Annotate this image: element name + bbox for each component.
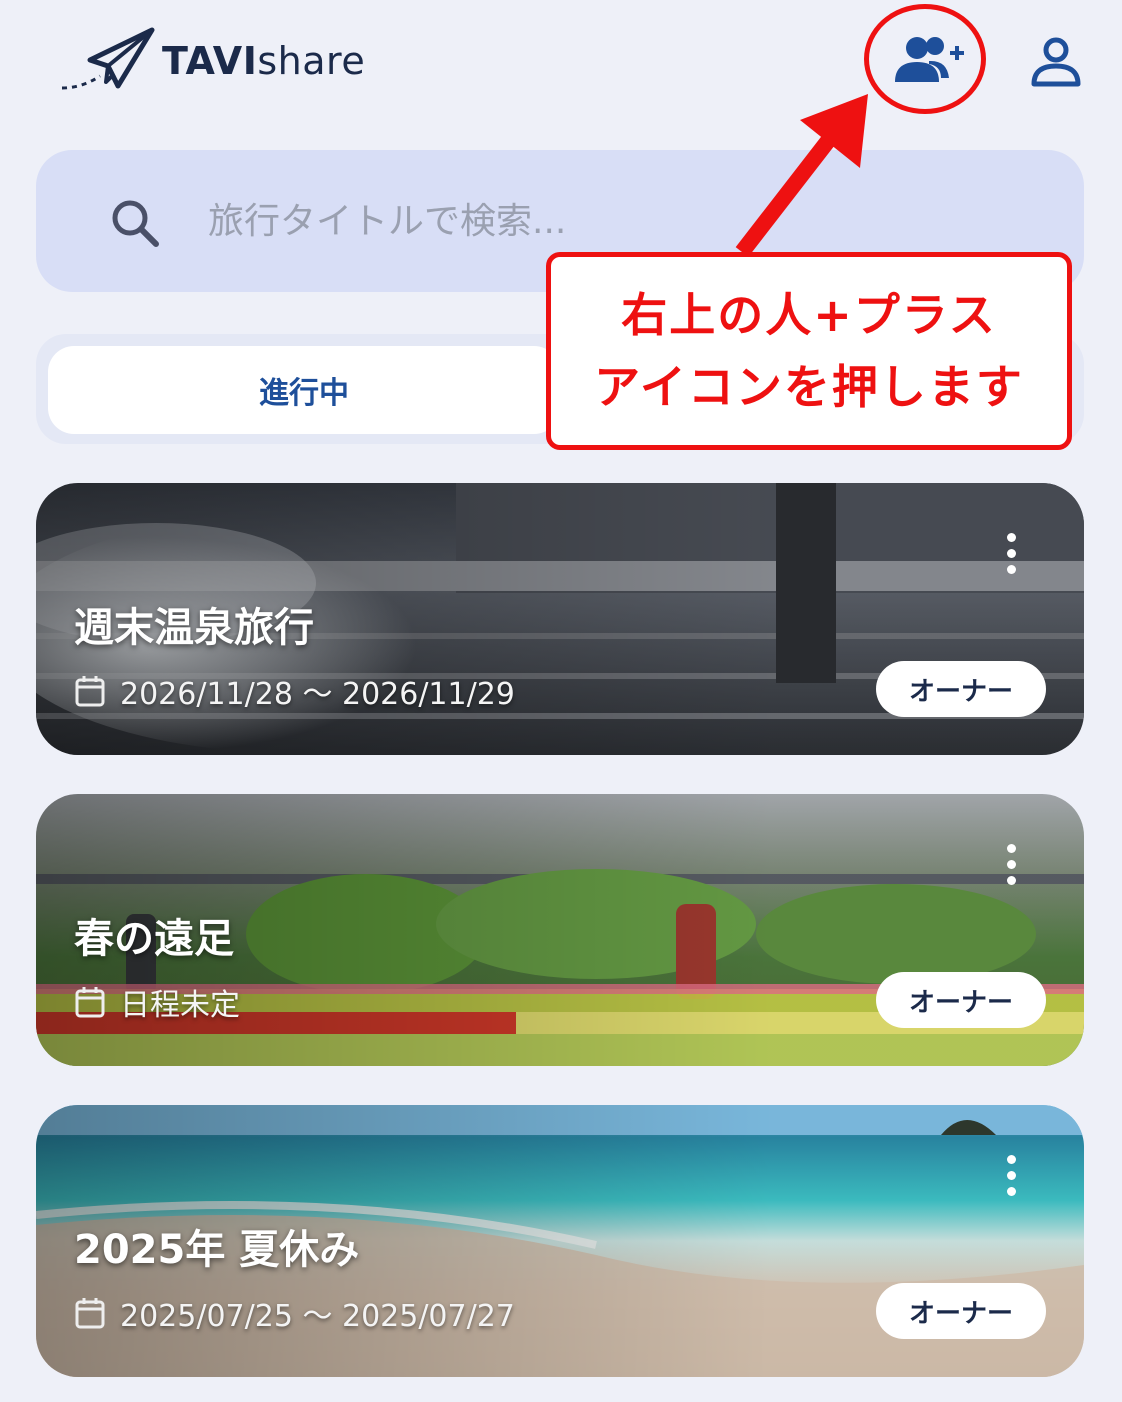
search-icon xyxy=(112,200,159,247)
calendar-icon xyxy=(75,1298,105,1329)
profile-button[interactable] xyxy=(1030,36,1082,88)
trip-date: 2026/11/28 ～ 2026/11/29 xyxy=(74,669,515,713)
trip-card[interactable]: 春の遠足 日程未定 オーナー xyxy=(36,794,1084,1066)
trip-date-text: 2025/07/25 ～ 2025/07/27 xyxy=(120,1299,515,1334)
annotation-callout: 右上の人+プラス アイコンを押します xyxy=(546,252,1072,450)
trip-date-text: 日程未定 xyxy=(120,988,240,1023)
trip-date-text: 2026/11/28 ～ 2026/11/29 xyxy=(120,677,515,712)
trip-date: 日程未定 xyxy=(74,980,240,1024)
trip-title: 2025年 夏休み xyxy=(74,1227,360,1273)
trip-card[interactable]: 2025年 夏休み 2025/07/25 ～ 2025/07/27 オーナー xyxy=(36,1105,1084,1377)
logo-text: TAVIshare xyxy=(162,39,365,83)
logo-text-light: share xyxy=(257,39,366,83)
calendar-icon xyxy=(75,676,105,707)
calendar-icon xyxy=(75,987,105,1018)
search-input[interactable] xyxy=(208,190,1028,252)
trip-title: 春の遠足 xyxy=(74,916,234,962)
app-header: TAVIshare xyxy=(0,0,1122,130)
more-options-icon[interactable] xyxy=(996,844,1026,894)
logo-text-bold: TAVI xyxy=(162,39,258,83)
annotation-line-2: アイコンを押します xyxy=(594,360,1024,414)
role-badge: オーナー xyxy=(876,1283,1046,1339)
paper-plane-icon xyxy=(61,27,155,90)
person-icon xyxy=(1031,37,1081,87)
trip-card[interactable]: 週末温泉旅行 2026/11/28 ～ 2026/11/29 オーナー xyxy=(36,483,1084,755)
trip-title: 週末温泉旅行 xyxy=(74,605,314,651)
tab-in-progress[interactable]: 進行中 xyxy=(48,346,560,434)
annotation-line-1: 右上の人+プラス xyxy=(621,288,997,342)
app-logo[interactable]: TAVIshare xyxy=(60,26,365,94)
highlight-circle xyxy=(864,4,986,114)
role-badge: オーナー xyxy=(876,661,1046,717)
trip-date: 2025/07/25 ～ 2025/07/27 xyxy=(74,1291,515,1335)
more-options-icon[interactable] xyxy=(996,533,1026,583)
role-badge: オーナー xyxy=(876,972,1046,1028)
more-options-icon[interactable] xyxy=(996,1155,1026,1205)
